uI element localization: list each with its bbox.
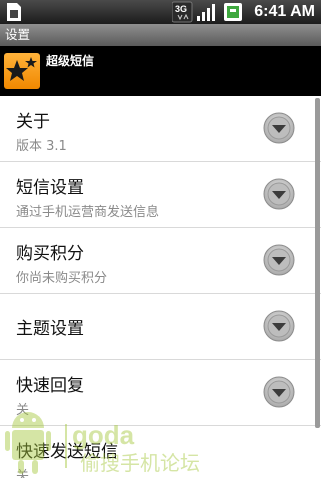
star-icon	[6, 57, 37, 81]
app-header: 超级短信	[0, 46, 321, 96]
title-bar: 设置	[0, 24, 321, 46]
settings-item-quick-reply[interactable]: 快速回复 关	[0, 360, 321, 426]
settings-item-title: 关于	[16, 112, 50, 132]
settings-item-subtitle: 你尚未购买积分	[16, 271, 108, 286]
settings-item-about[interactable]: 关于 版本 3.1	[0, 96, 321, 162]
settings-item-title: 短信设置	[16, 178, 84, 198]
settings-item-sms-settings[interactable]: 短信设置 通过手机运营商发送信息	[0, 162, 321, 228]
page-title: 设置	[5, 27, 31, 42]
settings-item-subtitle: 通过手机运营商发送信息	[16, 205, 160, 220]
chevron-down-icon[interactable]	[263, 178, 295, 210]
status-bar: 3G 6:41 AM	[0, 0, 321, 24]
chevron-down-icon[interactable]	[263, 112, 295, 144]
settings-item-title: 主题设置	[16, 319, 84, 339]
scrollbar[interactable]	[315, 98, 320, 428]
settings-item-quick-send[interactable]: 快速发送短信 关	[0, 426, 321, 478]
battery-icon	[224, 3, 242, 21]
settings-item-subtitle: 版本 3.1	[16, 139, 67, 154]
settings-item-theme[interactable]: 主题设置	[0, 294, 321, 360]
status-icons: 3G	[172, 1, 242, 23]
settings-list[interactable]: 关于 版本 3.1 短信设置 通过手机运营商发送信息 购买积分 你尚未购买积分 …	[0, 96, 321, 478]
signal-icon	[197, 4, 215, 21]
app-name: 超级短信	[46, 54, 95, 68]
settings-item-title: 购买积分	[16, 244, 84, 264]
settings-item-subtitle: 关	[16, 403, 30, 418]
network-label: 3G	[175, 4, 187, 14]
chevron-down-icon[interactable]	[263, 376, 295, 408]
status-time: 6:41 AM	[254, 3, 315, 20]
chevron-down-icon[interactable]	[263, 244, 295, 276]
3g-icon: 3G	[172, 1, 193, 23]
app-logo-icon	[4, 53, 40, 89]
settings-item-title: 快速发送短信	[16, 442, 118, 462]
sim-icon	[7, 3, 21, 21]
settings-item-buy-credits[interactable]: 购买积分 你尚未购买积分	[0, 228, 321, 294]
settings-item-subtitle: 关	[16, 469, 30, 478]
settings-item-title: 快速回复	[16, 376, 84, 396]
chevron-down-icon[interactable]	[263, 310, 295, 342]
